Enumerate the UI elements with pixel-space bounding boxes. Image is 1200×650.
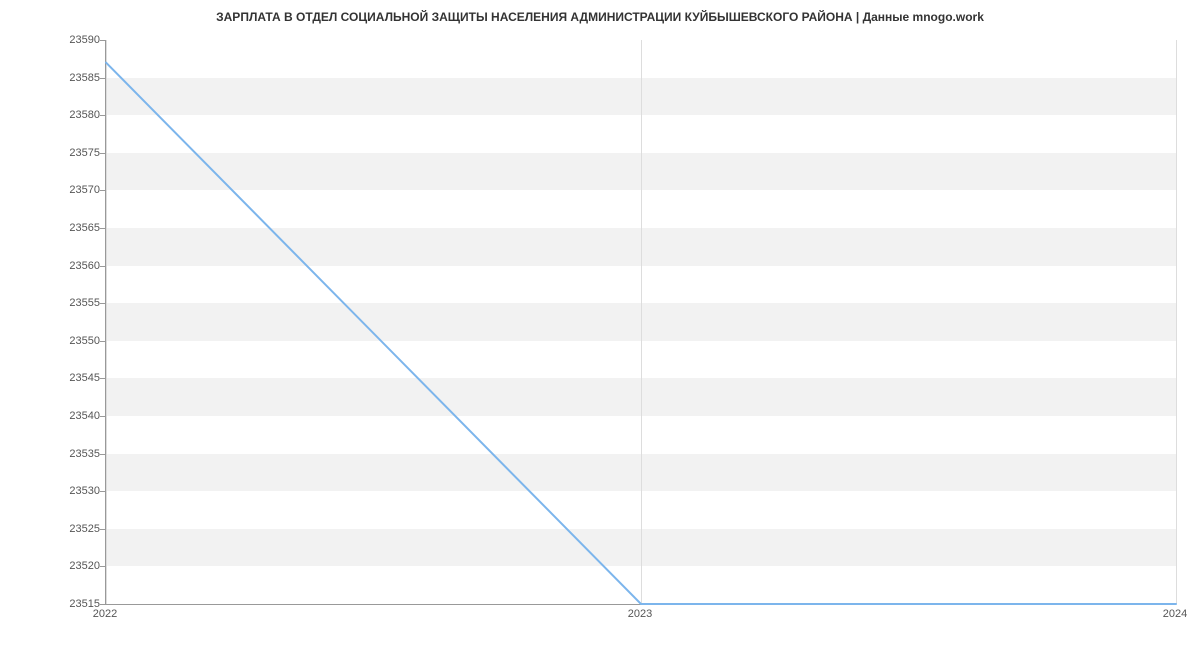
gridline-vertical — [1176, 40, 1177, 604]
y-tick-mark — [100, 529, 105, 530]
x-tick-label: 2022 — [93, 608, 117, 620]
y-tick-label: 23550 — [0, 335, 100, 347]
series-line — [106, 63, 1176, 604]
y-tick-label: 23525 — [0, 523, 100, 535]
y-tick-mark — [100, 190, 105, 191]
y-tick-label: 23540 — [0, 410, 100, 422]
y-tick-label: 23575 — [0, 147, 100, 159]
y-tick-label: 23580 — [0, 109, 100, 121]
y-tick-mark — [100, 491, 105, 492]
y-tick-label: 23515 — [0, 598, 100, 610]
plot-area — [105, 40, 1176, 605]
y-tick-label: 23570 — [0, 184, 100, 196]
y-tick-mark — [100, 454, 105, 455]
y-tick-mark — [100, 604, 105, 605]
y-tick-mark — [100, 378, 105, 379]
y-tick-label: 23585 — [0, 72, 100, 84]
y-tick-label: 23520 — [0, 560, 100, 572]
y-tick-mark — [100, 40, 105, 41]
y-tick-label: 23555 — [0, 297, 100, 309]
y-tick-mark — [100, 341, 105, 342]
y-tick-mark — [100, 416, 105, 417]
line-chart: ЗАРПЛАТА В ОТДЕЛ СОЦИАЛЬНОЙ ЗАЩИТЫ НАСЕЛ… — [0, 0, 1200, 650]
x-tick-label: 2024 — [1163, 608, 1187, 620]
y-tick-mark — [100, 266, 105, 267]
y-tick-label: 23590 — [0, 34, 100, 46]
y-tick-label: 23535 — [0, 448, 100, 460]
chart-title: ЗАРПЛАТА В ОТДЕЛ СОЦИАЛЬНОЙ ЗАЩИТЫ НАСЕЛ… — [0, 10, 1200, 24]
x-tick-label: 2023 — [628, 608, 652, 620]
y-tick-label: 23530 — [0, 485, 100, 497]
y-tick-label: 23565 — [0, 222, 100, 234]
y-tick-label: 23560 — [0, 260, 100, 272]
y-tick-mark — [100, 78, 105, 79]
series-layer — [106, 40, 1176, 604]
y-tick-mark — [100, 115, 105, 116]
y-tick-mark — [100, 228, 105, 229]
y-tick-mark — [100, 566, 105, 567]
y-tick-mark — [100, 303, 105, 304]
y-tick-label: 23545 — [0, 372, 100, 384]
y-tick-mark — [100, 153, 105, 154]
